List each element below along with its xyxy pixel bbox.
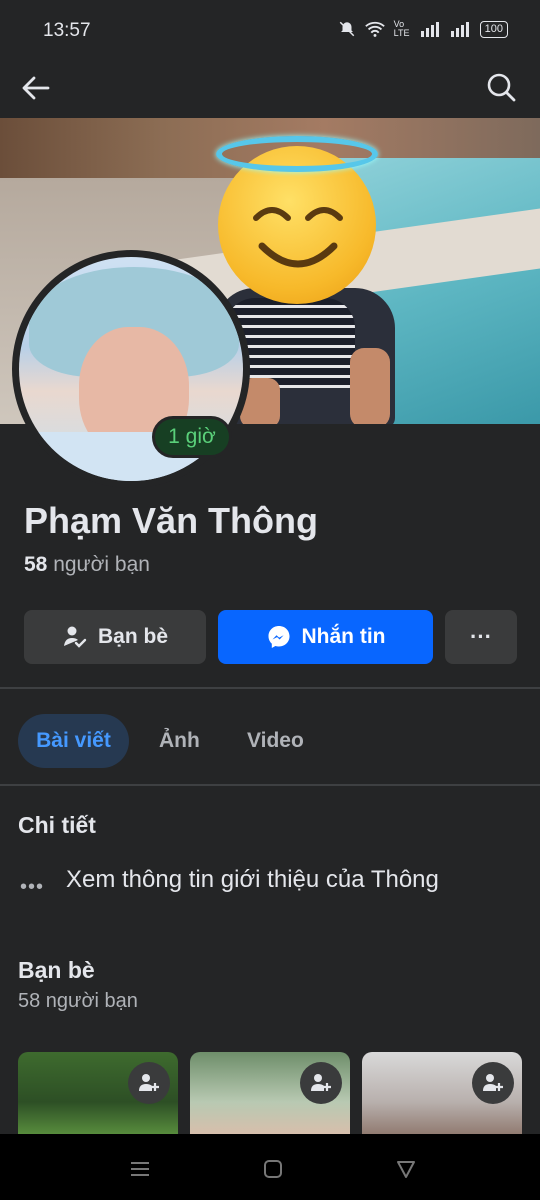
add-friend-icon[interactable]: [128, 1062, 170, 1104]
halo-icon: [216, 136, 378, 172]
status-icons: Vo LTE 100: [338, 20, 508, 38]
wifi-icon: [364, 21, 385, 37]
section-divider: [0, 687, 540, 689]
add-friend-icon[interactable]: [472, 1062, 514, 1104]
friends-button[interactable]: Bạn bè: [24, 610, 206, 664]
details-heading: Chi tiết: [18, 812, 96, 838]
more-dots-icon: •••: [20, 876, 45, 898]
friend-count[interactable]: 58 người bạn: [24, 553, 150, 577]
friends-subtitle: 58 người bạn: [18, 990, 138, 1012]
message-button[interactable]: Nhắn tin: [218, 610, 433, 664]
message-button-label: Nhắn tin: [301, 625, 386, 648]
home-icon[interactable]: [258, 1154, 288, 1184]
friends-heading[interactable]: Bạn bè: [18, 957, 95, 984]
friends-button-label: Bạn bè: [97, 625, 168, 648]
system-nav-bar: [0, 1134, 540, 1200]
tab-video[interactable]: Video: [247, 714, 304, 768]
battery-indicator: 100: [479, 20, 508, 38]
active-status-badge: 1 giờ: [152, 416, 232, 458]
tab-posts[interactable]: Bài viết: [18, 714, 129, 768]
recent-apps-icon[interactable]: [125, 1154, 155, 1184]
more-options-button[interactable]: ···: [445, 610, 517, 664]
add-friend-icon[interactable]: [300, 1062, 342, 1104]
mute-icon: [339, 21, 354, 37]
top-bar: [0, 60, 540, 116]
friend-count-label: người bạn: [53, 553, 150, 576]
profile-name: Phạm Văn Thông: [24, 500, 319, 541]
status-bar: 13:57 Vo LTE 100: [0, 0, 540, 60]
arrow-left-icon[interactable]: [18, 70, 54, 106]
signal-icon-2: [450, 22, 469, 37]
cover-arm-2: [350, 348, 390, 424]
tab-photos[interactable]: Ảnh: [159, 714, 200, 768]
back-triangle-icon[interactable]: [391, 1154, 421, 1184]
search-icon[interactable]: [484, 70, 518, 104]
status-time: 13:57: [43, 20, 91, 41]
about-info-link[interactable]: Xem thông tin giới thiệu của Thông: [66, 866, 439, 894]
tabs-divider: [0, 784, 540, 786]
signal-icon: [420, 22, 439, 37]
friend-count-number: 58: [24, 553, 48, 576]
messenger-icon: [268, 626, 289, 648]
friend-check-icon: [63, 626, 87, 648]
volte-indicator: Vo LTE: [393, 19, 410, 38]
